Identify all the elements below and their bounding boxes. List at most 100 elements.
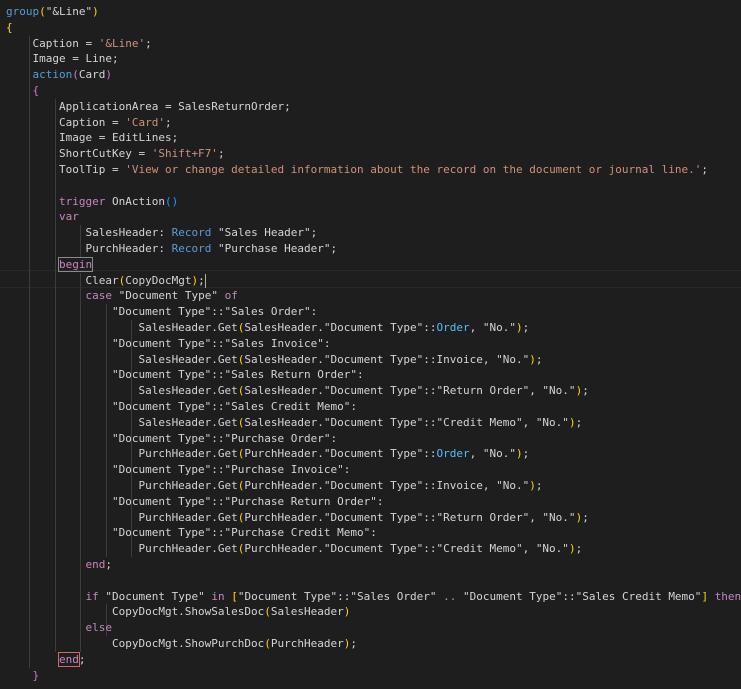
code-token: of: [224, 289, 238, 303]
code-line[interactable]: "Document Type"::"Purchase Order":: [6, 431, 337, 447]
code-line[interactable]: trigger OnAction(): [6, 194, 178, 210]
code-token: 'View or change detailed information abo…: [125, 163, 702, 176]
code-line[interactable]: action(Card): [6, 67, 113, 83]
code-token: Order: [436, 321, 470, 334]
code-token: begin: [57, 256, 94, 272]
code-token: CopyDocMgt.ShowPurchDoc: [6, 637, 265, 650]
code-line[interactable]: ToolTip = 'View or change detailed infor…: [6, 162, 708, 178]
code-token: group: [6, 5, 40, 18]
code-line[interactable]: }: [6, 668, 40, 684]
code-token: (: [264, 605, 271, 619]
code-line[interactable]: {: [6, 20, 13, 36]
code-token: OnAction: [105, 194, 165, 208]
code-line[interactable]: end;: [6, 651, 85, 668]
code-line[interactable]: "Document Type"::"Purchase Credit Memo":: [6, 525, 377, 541]
code-token: SalesHeader.Get: [6, 415, 238, 429]
code-line[interactable]: "Document Type"::"Sales Order":: [6, 304, 317, 320]
code-token: Record: [171, 242, 212, 255]
code-token: Caption =: [6, 36, 99, 50]
code-line[interactable]: PurchHeader.Get(PurchHeader."Document Ty…: [6, 478, 542, 494]
code-token: ApplicationArea = SalesReturnOrder;: [6, 99, 291, 113]
code-line[interactable]: Clear(CopyDocMgt);: [6, 273, 206, 289]
code-editor[interactable]: group("&Line"){ Caption = '&Line'; Image…: [0, 0, 741, 689]
code-token: PurchHeader.Get: [6, 510, 238, 524]
code-token: Record: [171, 226, 212, 240]
code-line[interactable]: else: [6, 620, 112, 636]
code-line[interactable]: "Document Type"::"Sales Credit Memo":: [6, 399, 357, 415]
code-line[interactable]: CopyDocMgt.ShowPurchDoc(PurchHeader);: [6, 636, 357, 652]
code-token: (: [72, 68, 79, 82]
code-token: SalesHeader.Get: [6, 384, 238, 398]
code-token: ): [343, 605, 351, 619]
code-line[interactable]: var: [6, 209, 79, 225]
code-token: "Document Type"::"Sales Invoice":: [6, 336, 331, 350]
code-token: ): [92, 5, 99, 18]
code-token: SalesHeader."Document Type"::: [244, 321, 437, 334]
code-token: [: [231, 589, 238, 603]
code-token: "Document Type"::"Purchase Return Order"…: [6, 494, 384, 508]
code-line[interactable]: group("&Line"): [6, 4, 99, 20]
code-line[interactable]: PurchHeader.Get(PurchHeader."Document Ty…: [6, 541, 582, 557]
code-line[interactable]: {: [6, 83, 40, 99]
code-line[interactable]: "Document Type"::"Sales Invoice":: [6, 336, 331, 352]
code-line[interactable]: begin: [6, 256, 94, 273]
code-token: ;: [522, 447, 530, 461]
code-line[interactable]: SalesHeader: Record "Sales Header";: [6, 225, 317, 241]
code-token: ;: [582, 384, 589, 398]
code-token: "Document Type"::"Sales Credit Memo": [456, 589, 702, 603]
code-line[interactable]: case "Document Type" of: [6, 288, 238, 304]
code-token: ;: [535, 352, 543, 366]
code-token: CopyDocMgt: [125, 273, 192, 287]
code-token: in: [211, 589, 225, 603]
code-token: action: [32, 68, 73, 82]
code-token: '&Line': [98, 36, 146, 50]
code-line[interactable]: end;: [6, 557, 112, 573]
code-token: SalesHeader.Get: [6, 321, 238, 334]
code-token: SalesHeader."Document Type"::"Credit Mem…: [244, 415, 569, 429]
code-line[interactable]: SalesHeader.Get(SalesHeader."Document Ty…: [6, 320, 529, 336]
code-token: Clear: [6, 273, 119, 287]
code-token: "Document Type"::"Purchase Invoice":: [6, 463, 351, 477]
code-token: SalesHeader: [270, 605, 344, 619]
code-line[interactable]: SalesHeader.Get(SalesHeader."Document Ty…: [6, 383, 589, 399]
code-line[interactable]: PurchHeader.Get(PurchHeader."Document Ty…: [6, 446, 529, 462]
code-line[interactable]: if "Document Type" in ["Document Type"::…: [6, 589, 741, 605]
code-line[interactable]: SalesHeader.Get(SalesHeader."Document Ty…: [6, 352, 542, 368]
code-line[interactable]: Image = EditLines;: [6, 130, 178, 146]
code-token: ;: [198, 273, 205, 287]
code-line[interactable]: SalesHeader.Get(SalesHeader."Document Ty…: [6, 415, 582, 431]
code-token: PurchHeader."Document Type"::"Credit Mem…: [244, 542, 569, 556]
code-token: ;: [535, 479, 543, 492]
code-line[interactable]: Caption = '&Line';: [6, 36, 151, 52]
code-token: ): [105, 68, 112, 82]
code-token: "Document Type"::"Sales Credit Memo":: [6, 400, 357, 413]
code-token: "Document Type": [111, 289, 225, 303]
code-token: 'Card': [125, 115, 165, 129]
code-line[interactable]: PurchHeader.Get(PurchHeader."Document Ty…: [6, 510, 588, 526]
code-token: "Document Type"::"Sales Order":: [6, 305, 318, 319]
code-line[interactable]: CopyDocMgt.ShowSalesDoc(SalesHeader): [6, 604, 350, 620]
code-line[interactable]: "Document Type"::"Purchase Invoice":: [6, 462, 350, 478]
code-token: "Document Type": [98, 589, 212, 603]
code-line[interactable]: ShortCutKey = 'Shift+F7';: [6, 146, 225, 162]
code-token: else: [85, 621, 112, 635]
code-token: , "No.": [469, 321, 516, 334]
code-line[interactable]: ApplicationArea = SalesReturnOrder;: [6, 99, 291, 115]
code-token: SalesHeader."Document Type"::Invoice, "N…: [244, 352, 530, 366]
code-token: ): [568, 415, 576, 429]
code-token: "Document Type"::"Sales Order": [237, 589, 444, 603]
code-line[interactable]: Caption = 'Card';: [6, 115, 172, 131]
code-line[interactable]: "Document Type"::"Purchase Return Order"…: [6, 494, 384, 510]
code-token: SalesHeader."Document Type"::"Return Ord…: [244, 384, 576, 398]
code-token: CopyDocMgt.ShowSalesDoc: [6, 605, 265, 619]
code-line[interactable]: Image = Line;: [6, 51, 118, 67]
code-line[interactable]: "Document Type"::"Sales Return Order":: [6, 367, 364, 383]
code-line[interactable]: PurchHeader: Record "Purchase Header";: [6, 241, 337, 257]
